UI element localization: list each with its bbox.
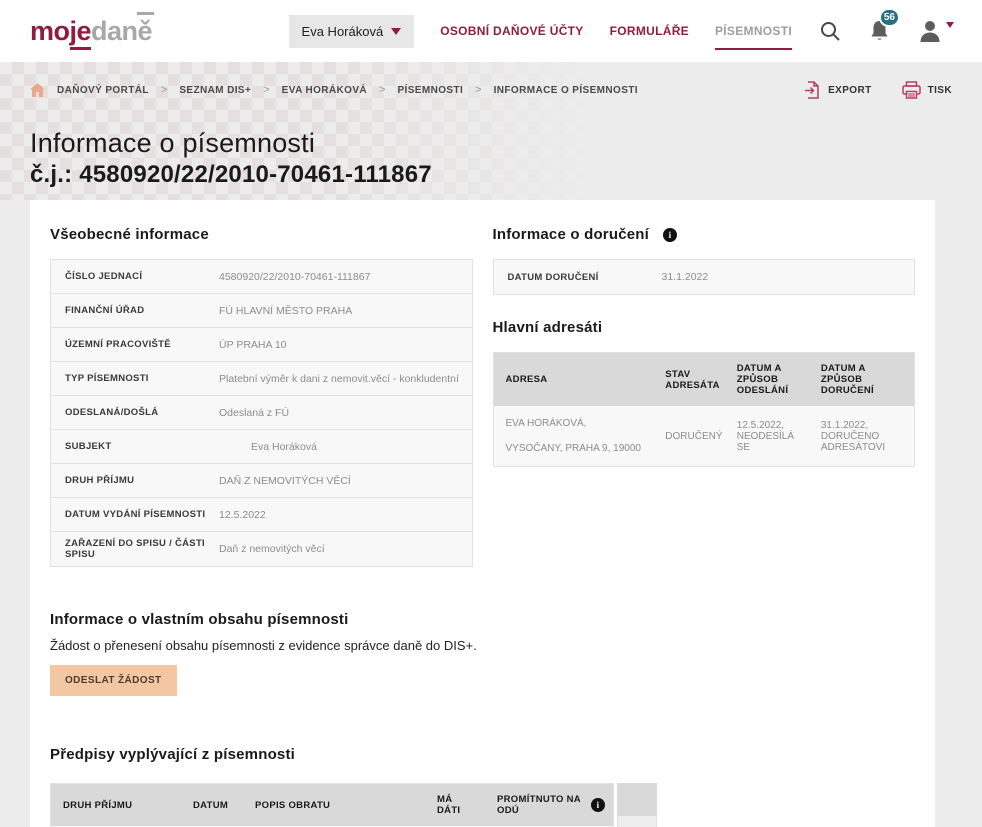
main-content: Všeobecné informace ČÍSLO JEDNACÍ 458092…	[30, 200, 935, 827]
table-row: EVA HORÁKOVÁ, VYSOČANY, PRAHA 9, 19000 D…	[494, 406, 915, 466]
table-row: ZAŘAZENÍ DO SPISU / ČÁSTI SPISU Daň z ne…	[51, 532, 472, 566]
export-label: EXPORT	[828, 85, 872, 96]
row-detail-button[interactable]	[617, 816, 657, 827]
delivery-table: DATUM DORUČENÍ 31.1.2022	[493, 259, 916, 295]
prescriptions-detail-column	[617, 783, 657, 827]
logo-moje: moje	[30, 16, 91, 50]
delivery-heading: Informace o doručení i	[493, 226, 916, 243]
content-request-description: Žádost o přenesení obsahu písemnosti z e…	[50, 638, 915, 653]
breadcrumb-bar: DAŇOVÝ PORTÁL > SEZNAM DIS+ > EVA HORÁKO…	[30, 62, 952, 118]
account-menu-button[interactable]	[917, 18, 954, 44]
export-button[interactable]: EXPORT	[804, 81, 872, 99]
export-icon	[804, 81, 821, 99]
hero-band: DAŇOVÝ PORTÁL > SEZNAM DIS+ > EVA HORÁKO…	[0, 62, 982, 200]
header-right-group: Eva Horáková OSOBNÍ DAŇOVÉ ÚČTY FORMULÁŘ…	[289, 15, 954, 48]
notifications-button[interactable]: 56	[868, 19, 891, 43]
table-row: SUBJEKT Eva Horáková	[51, 430, 472, 464]
prescriptions-heading: Předpisy vyplývající z písemnosti	[50, 746, 915, 763]
table-row: FINANČNÍ ÚŘAD FÚ HLAVNÍ MĚSTO PRAHA	[51, 294, 472, 328]
print-label: TISK	[928, 85, 952, 96]
addressees-heading: Hlavní adresáti	[493, 319, 916, 336]
breadcrumb-item-eva-horakova[interactable]: EVA HORÁKOVÁ	[282, 85, 367, 96]
page-actions: EXPORT TISK	[804, 81, 952, 99]
search-button[interactable]	[818, 19, 842, 43]
logo-dane: daně	[91, 16, 152, 46]
search-icon	[818, 19, 842, 43]
prescriptions-section: Předpisy vyplývající z písemnosti DRUH P…	[50, 746, 915, 827]
general-info-section: Všeobecné informace ČÍSLO JEDNACÍ 458092…	[50, 226, 473, 567]
breadcrumb-item-danovy-portal[interactable]: DAŇOVÝ PORTÁL	[57, 85, 149, 96]
delivery-section: Informace o doručení i DATUM DORUČENÍ 31…	[493, 226, 916, 567]
nav-item-formulare[interactable]: FORMULÁŘE	[610, 24, 689, 38]
chevron-down-icon	[946, 22, 954, 28]
user-icon	[917, 18, 943, 44]
table-row: ÚZEMNÍ PRACOVIŠTĚ ÚP PRAHA 10	[51, 328, 472, 362]
table-row: DATUM DORUČENÍ 31.1.2022	[494, 260, 915, 294]
prescriptions-table: DRUH PŘÍJMU DATUM POPIS OBRATU MÁ DÁTI P…	[50, 783, 614, 827]
content-request-heading: Informace o vlastním obsahu písemnosti	[50, 611, 915, 628]
info-icon[interactable]: i	[591, 798, 605, 812]
page-subtitle: č.j.: 4580920/22/2010-70461-111867	[30, 161, 952, 189]
breadcrumb-item-pisemnosti[interactable]: PÍSEMNOSTI	[397, 85, 463, 96]
page-title: Informace o písemnosti	[30, 128, 952, 159]
chevron-down-icon	[391, 28, 401, 35]
chevron-right-icon: >	[161, 84, 167, 96]
nav-item-pisemnosti[interactable]: PÍSEMNOSTI	[715, 24, 792, 38]
table-row: TYP PÍSEMNOSTI Platební výměr k dani z n…	[51, 362, 472, 396]
user-selector-label: Eva Horáková	[302, 24, 384, 39]
breadcrumb: DAŇOVÝ PORTÁL > SEZNAM DIS+ > EVA HORÁKO…	[30, 83, 638, 97]
prescriptions-table-header: DRUH PŘÍJMU DATUM POPIS OBRATU MÁ DÁTI P…	[51, 784, 613, 826]
table-row: DATUM VYDÁNÍ PÍSEMNOSTI 12.5.2022	[51, 498, 472, 532]
addressee-status: DORUČENÝ	[653, 406, 724, 466]
notification-badge: 56	[879, 8, 900, 27]
printer-icon	[902, 81, 921, 99]
send-request-button[interactable]: ODESLAT ŽÁDOST	[50, 665, 177, 696]
addressee-delivered: 31.1.2022, DORUČENO ADRESÁTOVI	[809, 406, 914, 466]
addressees-table-header: ADRESA STAV ADRESÁTA DATUM A ZPŮSOB ODES…	[494, 353, 915, 406]
app-logo[interactable]: mojedaně	[30, 16, 152, 47]
print-button[interactable]: TISK	[902, 81, 952, 99]
nav-item-osobni-danove-ucty[interactable]: OSOBNÍ DAŇOVÉ ÚČTY	[440, 24, 583, 38]
table-row: ČÍSLO JEDNACÍ 4580920/22/2010-70461-1118…	[51, 260, 472, 294]
addressee-sent: 12.5.2022, NEODESÍLÁ SE	[725, 406, 809, 466]
general-info-table: ČÍSLO JEDNACÍ 4580920/22/2010-70461-1118…	[50, 259, 473, 567]
chevron-right-icon: >	[379, 84, 385, 96]
chevron-right-icon: >	[475, 84, 481, 96]
breadcrumb-item-seznam-dis[interactable]: SEZNAM DIS+	[179, 85, 251, 96]
info-icon[interactable]: i	[663, 228, 677, 242]
home-icon[interactable]	[30, 83, 45, 97]
user-selector[interactable]: Eva Horáková	[289, 15, 415, 48]
addressee-address: EVA HORÁKOVÁ, VYSOČANY, PRAHA 9, 19000	[494, 406, 654, 466]
breadcrumb-item-informace-o-pisemnosti: INFORMACE O PÍSEMNOSTI	[494, 85, 638, 96]
chevron-right-icon: >	[263, 84, 269, 96]
addressees-table: ADRESA STAV ADRESÁTA DATUM A ZPŮSOB ODES…	[493, 352, 916, 467]
app-header: mojedaně Eva Horáková OSOBNÍ DAŇOVÉ ÚČTY…	[0, 0, 982, 62]
general-info-heading: Všeobecné informace	[50, 226, 473, 243]
table-row: ODESLANÁ/DOŠLÁ Odeslaná z FÚ	[51, 396, 472, 430]
table-row: DRUH PŘÍJMU DAŇ Z NEMOVITÝCH VĚCÍ	[51, 464, 472, 498]
content-request-section: Informace o vlastním obsahu písemnosti Ž…	[50, 611, 915, 696]
